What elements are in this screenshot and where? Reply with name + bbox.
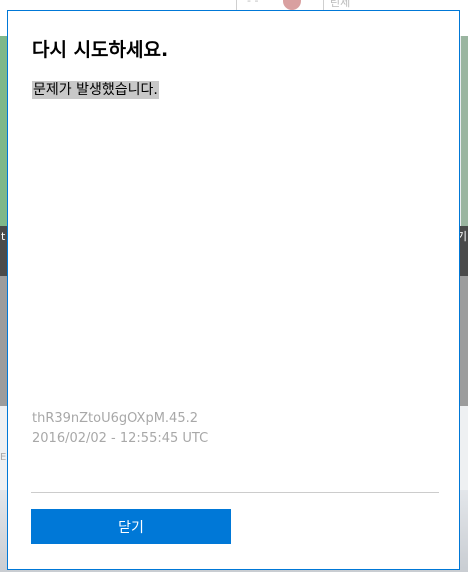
error-code: thR39nZtoU6gOXpM.45.2 (32, 411, 198, 426)
error-dialog: 다시 시도하세요. 문제가 발생했습니다. thR39nZtoU6gOXpM.4… (7, 10, 460, 570)
error-details: thR39nZtoU6gOXpM.45.2 2016/02/02 - 12:55… (32, 409, 208, 449)
background-text: E (0, 452, 7, 463)
header-text: - - (247, 0, 259, 7)
dialog-divider (31, 492, 439, 493)
close-button[interactable]: 닫기 (31, 509, 231, 544)
background-text: t (1, 230, 6, 243)
background-panel (461, 36, 468, 226)
header-text: 린세 (330, 0, 351, 9)
dialog-title: 다시 시도하세요. (32, 39, 169, 61)
error-timestamp: 2016/02/02 - 12:55:45 UTC (32, 431, 209, 446)
error-message: 문제가 발생했습니다. (32, 81, 159, 99)
